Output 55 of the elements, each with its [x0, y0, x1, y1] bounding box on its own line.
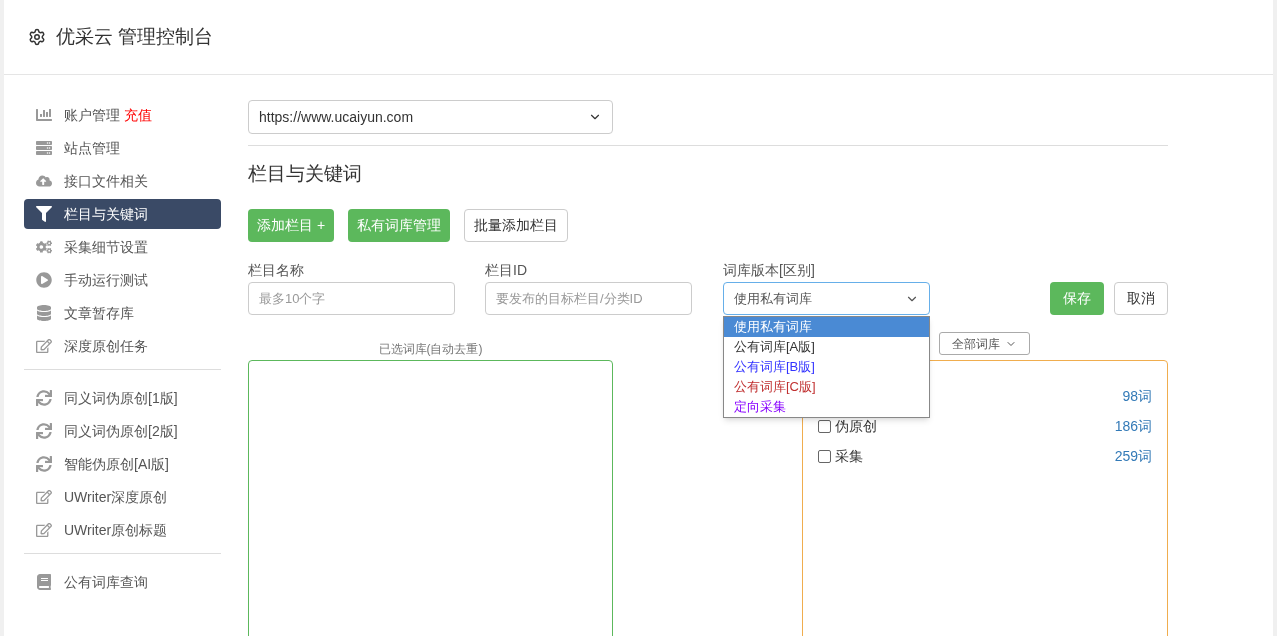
refresh-icon	[36, 456, 52, 472]
sidebar-item[interactable]: UWriter深度原创	[24, 482, 221, 512]
library-checkbox[interactable]	[818, 449, 831, 463]
dropdown-option[interactable]: 公有词库[C版]	[724, 377, 929, 397]
field-label: 词库版本[区别]	[723, 261, 816, 280]
library-checkbox[interactable]	[818, 419, 831, 433]
edit-icon	[36, 489, 52, 505]
database-icon	[36, 305, 52, 321]
dropdown-option[interactable]: 公有词库[A版]	[724, 337, 929, 357]
name-input[interactable]: 最多10个字	[248, 282, 455, 315]
gears-icon	[36, 239, 52, 255]
sidebar-item[interactable]: 深度原创任务	[24, 331, 221, 361]
toolbar-button[interactable]: 批量添加栏目	[464, 209, 569, 242]
dropdown-option[interactable]: 定向采集	[724, 397, 929, 417]
field-label: 栏目名称	[248, 261, 305, 280]
field-label: 栏目ID	[485, 261, 528, 280]
sidebar-item[interactable]: 账户管理 充值	[24, 100, 221, 130]
library-select[interactable]: 使用私有词库	[723, 282, 930, 315]
library-name: 采集	[835, 446, 863, 466]
sidebar-item[interactable]: 站点管理	[24, 133, 221, 163]
sidebar-item[interactable]: UWriter原创标题	[24, 515, 221, 545]
sidebar-item[interactable]: 采集细节设置	[24, 232, 221, 262]
word-count: 186词	[1114, 416, 1152, 436]
book-icon	[36, 574, 52, 590]
sidebar-item[interactable]: 栏目与关键词	[24, 199, 221, 229]
library-filter-select[interactable]: 全部词库	[939, 332, 1030, 355]
sidebar-item[interactable]: 文章暂存库	[24, 298, 221, 328]
word-count: 98词	[1122, 386, 1152, 406]
edit-icon	[36, 338, 52, 354]
word-count: 259词	[1114, 446, 1152, 466]
server-icon	[36, 140, 52, 156]
refresh-icon	[36, 423, 52, 439]
site-select[interactable]: https://www.ucaiyun.com	[248, 100, 613, 134]
cloud-upload-icon	[36, 173, 52, 189]
section-title: 栏目与关键词	[248, 162, 363, 186]
header-title: 优采云 管理控制台	[56, 24, 214, 49]
bar-chart-icon	[36, 107, 52, 123]
sidebar-item[interactable]: 手动运行测试	[24, 265, 221, 295]
library-name: 伪原创	[835, 416, 877, 436]
sidebar-item[interactable]: 同义词伪原创[2版]	[24, 416, 221, 446]
id-input[interactable]: 要发布的目标栏目/分类ID	[485, 282, 692, 315]
cancel-button[interactable]: 取消	[1114, 282, 1168, 315]
sidebar-item[interactable]: 智能伪原创[AI版]	[24, 449, 221, 479]
sidebar-item[interactable]: 接口文件相关	[24, 166, 221, 196]
settings-icon	[28, 28, 46, 46]
dropdown-option[interactable]: 使用私有词库	[724, 317, 929, 337]
recharge-link[interactable]: 充值	[124, 106, 152, 123]
edit-icon	[36, 522, 52, 538]
filter-icon	[36, 206, 52, 222]
dropdown-option[interactable]: 公有词库[B版]	[724, 357, 929, 377]
sidebar-item[interactable]: 公有词库查询	[24, 567, 221, 597]
sidebar-item[interactable]: 同义词伪原创[1版]	[24, 383, 221, 413]
refresh-icon	[36, 390, 52, 406]
play-icon	[36, 272, 52, 288]
selected-libraries-label: 已选词库(自动去重)	[377, 341, 484, 358]
